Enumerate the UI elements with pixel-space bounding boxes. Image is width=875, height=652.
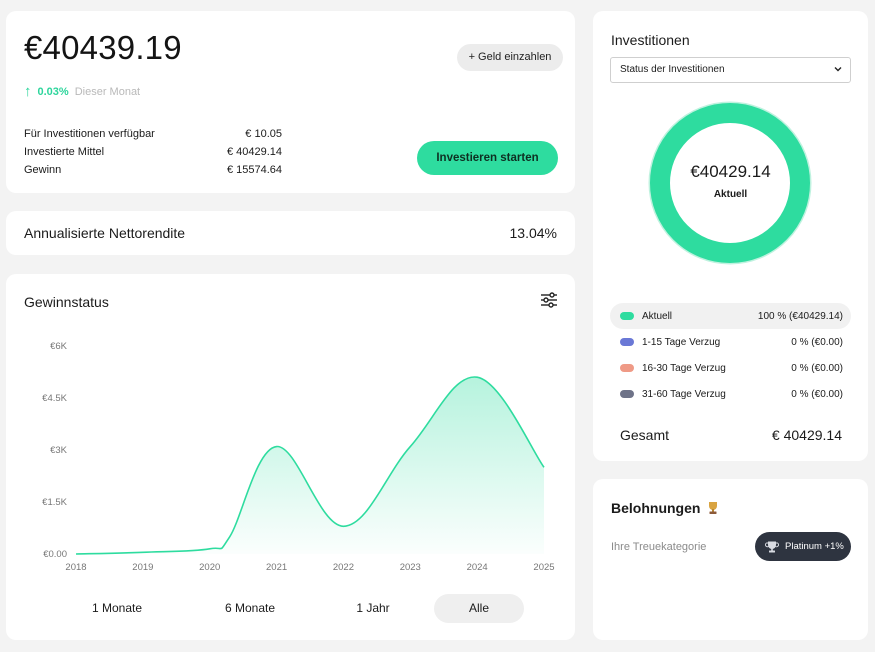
change-value: 0.03% xyxy=(37,85,69,98)
x-tick-label: 2019 xyxy=(132,562,153,573)
legend-dot xyxy=(620,364,634,372)
legend-label: 1-15 Tage Verzug xyxy=(642,336,721,348)
deposit-button[interactable]: + Geld einzahlen xyxy=(457,44,563,71)
legend-label: Aktuell xyxy=(642,310,673,322)
profit-chart: €0.00 €1.5K €3K €4.5K €6K 2018 2019 2020 2021 202… xyxy=(42,341,554,573)
balance-amount: €40439.19 xyxy=(24,29,182,66)
annual-return-label: Annualisierte Nettorendite xyxy=(24,225,186,241)
legend-value: 0 % (€0.00) xyxy=(791,362,843,374)
rewards-title: Belohnungen xyxy=(611,500,720,516)
legend-item-late-16-30[interactable]: 16-30 Tage Verzug 0 % (€0.00) xyxy=(610,355,851,381)
period-6-months[interactable]: 6 Monate xyxy=(211,594,289,623)
total-label: Gesamt xyxy=(620,427,670,443)
monthly-change: ↑ 0.03% Dieser Monat xyxy=(24,83,140,100)
start-investing-button[interactable]: Investieren starten xyxy=(417,141,558,175)
investment-donut xyxy=(648,101,812,265)
stat-value: € 10.05 xyxy=(245,128,282,140)
legend-dot xyxy=(620,312,634,320)
legend-item-late-31-60[interactable]: 31-60 Tage Verzug 0 % (€0.00) xyxy=(610,381,851,407)
x-tick-label: 2024 xyxy=(467,562,488,573)
legend-item-current[interactable]: Aktuell 100 % (€40429.14) xyxy=(610,303,851,329)
y-tick-label: €0.00 xyxy=(43,549,67,560)
x-tick-label: 2022 xyxy=(333,562,354,573)
arrow-up-icon: ↑ xyxy=(24,83,32,100)
trophy-icon xyxy=(765,541,779,552)
balance-stats: Für Investitionen verfügbar € 10.05 Inve… xyxy=(24,125,282,179)
period-1-month[interactable]: 1 Monate xyxy=(78,594,156,623)
x-tick-label: 2020 xyxy=(199,562,220,573)
total-value: € 40429.14 xyxy=(771,427,842,443)
change-label: Dieser Monat xyxy=(74,85,141,98)
x-tick-label: 2023 xyxy=(400,562,421,573)
stat-value: € 40429.14 xyxy=(226,146,282,158)
y-tick-label: €6K xyxy=(50,341,68,352)
donut-label: Aktuell xyxy=(713,189,748,200)
stat-available: Für Investitionen verfügbar € 10.05 xyxy=(24,125,282,143)
period-all[interactable]: Alle xyxy=(434,594,524,623)
platinum-badge[interactable]: Platinum +1% xyxy=(755,532,851,561)
legend-value: 100 % (€40429.14) xyxy=(757,310,843,322)
x-tick-label: 2021 xyxy=(266,562,287,573)
legend-label: 16-30 Tage Verzug xyxy=(642,362,726,374)
legend-value: 0 % (€0.00) xyxy=(791,388,843,400)
rewards-card: Belohnungen Ihre Treuekategorie Platinum… xyxy=(593,479,868,640)
badge-text: Platinum +1% xyxy=(785,541,844,552)
profit-chart-card: Gewinnstatus €0.00 €1.5K €3K €4.5K €6K 2018 20… xyxy=(6,274,575,640)
loyalty-tier-label: Ihre Treuekategorie xyxy=(611,541,707,553)
donut-value: €40429.14 xyxy=(690,162,771,181)
annual-return-value: 13.04% xyxy=(509,225,557,241)
legend-item-late-1-15[interactable]: 1-15 Tage Verzug 0 % (€0.00) xyxy=(610,329,851,355)
donut-segment-current xyxy=(650,103,810,263)
legend-value: 0 % (€0.00) xyxy=(791,336,843,348)
investments-card: Investitionen Status der Investitionen €… xyxy=(593,11,868,461)
period-1-year[interactable]: 1 Jahr xyxy=(334,594,412,623)
legend-label: 31-60 Tage Verzug xyxy=(642,388,726,400)
chart-area xyxy=(76,376,544,554)
stat-value: € 15574.64 xyxy=(226,164,282,176)
stat-label: Investierte Mittel xyxy=(24,146,105,158)
rewards-title-text: Belohnungen xyxy=(611,500,701,516)
legend-dot xyxy=(620,338,634,346)
stat-label: Gewinn xyxy=(24,164,62,176)
x-tick-label: 2025 xyxy=(533,562,554,573)
balance-card: €40439.19 + Geld einzahlen ↑ 0.03% Diese… xyxy=(6,11,575,193)
stat-profit: Gewinn € 15574.64 xyxy=(24,161,282,179)
trophy-icon xyxy=(709,502,718,514)
y-tick-label: €1.5K xyxy=(42,497,67,508)
y-tick-label: €3K xyxy=(50,445,68,456)
legend-dot xyxy=(620,390,634,398)
y-tick-label: €4.5K xyxy=(42,393,67,404)
x-tick-label: 2018 xyxy=(65,562,86,573)
stat-invested: Investierte Mittel € 40429.14 xyxy=(24,143,282,161)
stat-label: Für Investitionen verfügbar xyxy=(24,128,155,140)
annual-return-card: Annualisierte Nettorendite 13.04% xyxy=(6,211,575,255)
